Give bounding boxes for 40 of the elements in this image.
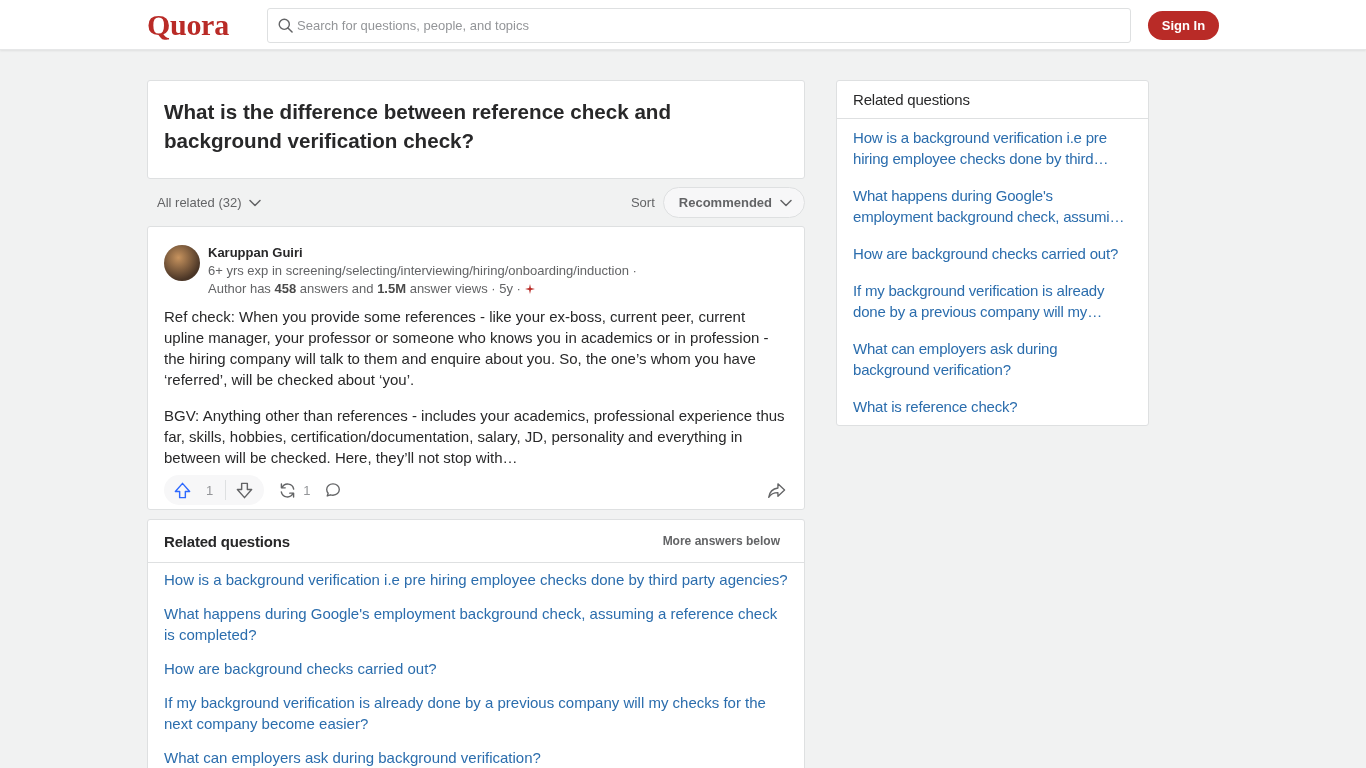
search-field[interactable]: Search for questions, people, and topics bbox=[267, 7, 1131, 43]
sparkle-icon bbox=[524, 284, 535, 294]
share-arrow-icon bbox=[767, 480, 786, 500]
downvote-button[interactable] bbox=[235, 480, 255, 500]
sort-label: Sort bbox=[630, 195, 655, 210]
related-questions-heading: Related questions bbox=[164, 532, 290, 550]
answer-paragraph: Ref check: When you provide some references - like your ex-boss, current peer, current upline manager, your professor or someone who knows you in academics or in profession - the hiring company will talk to them and enquire about you. So, the one’s whom you have ‘referred’, will be checked about ‘you’. bbox=[164, 307, 770, 390]
chevron-down-icon bbox=[780, 198, 792, 207]
all-related-dropdown[interactable]: All related (32) bbox=[147, 187, 261, 218]
more-answers-label: More answers below bbox=[662, 534, 780, 548]
related-question-link[interactable]: If my background verification is already done by a previous company will my… bbox=[853, 272, 1132, 330]
comment-button[interactable] bbox=[324, 481, 343, 499]
related-questions-heading: Related questions bbox=[853, 91, 970, 108]
related-question-link[interactable]: What can employers ask during background verification? bbox=[164, 747, 541, 768]
answer-paragraph: BGV: Anything other than references - includes your academics, professional experience thus far, skills, hobbies, certification/documentation, salary, JD, personality and everything in between will be checked. Here, they’ll not stop with… bbox=[164, 406, 786, 468]
related-question-link[interactable]: What happens during Google's employment background check, assumi… bbox=[853, 177, 1132, 235]
related-question-link[interactable]: How are background checks carried out? bbox=[853, 235, 1119, 272]
related-question-link[interactable]: What can employers ask during background verification? bbox=[853, 330, 1132, 388]
avatar-photo[interactable] bbox=[164, 245, 200, 281]
chevron-down-icon bbox=[248, 198, 261, 207]
sign-in-button[interactable]: Sign In bbox=[1148, 10, 1219, 40]
quora-logo[interactable]: Quora bbox=[147, 9, 229, 40]
comment-icon bbox=[324, 481, 343, 499]
arrow-up-icon bbox=[173, 480, 192, 500]
related-question-link[interactable]: If my background verification is already done by a previous company will my checks for the next company become easier? bbox=[164, 692, 788, 734]
author-stats: Author has 458 answers and 1.5M answer views · bbox=[208, 280, 496, 298]
answer-date[interactable]: 5y · bbox=[499, 281, 521, 296]
arrow-down-icon bbox=[235, 480, 255, 500]
related-question-link[interactable]: How are background checks carried out? bbox=[164, 658, 437, 679]
author-credential: 6+ yrs exp in screening/selecting/interviewing/hiring/onboarding/induction · bbox=[208, 262, 637, 280]
related-question-link[interactable]: What is reference check? bbox=[853, 388, 1018, 425]
share-button[interactable] bbox=[767, 480, 786, 500]
author-name[interactable]: Karuppan Guiri bbox=[208, 244, 303, 262]
sort-dropdown[interactable]: Recommended bbox=[662, 187, 805, 218]
search-icon bbox=[278, 17, 293, 33]
related-question-link[interactable]: How is a background verification i.e pre hiring employee checks done by third party agencies? bbox=[164, 569, 788, 590]
question-title: What is the difference between reference check and background verification check? bbox=[164, 99, 672, 154]
related-question-link[interactable]: What happens during Google's employment background check, assuming a reference check is completed? bbox=[164, 603, 788, 645]
reshare-button[interactable]: 1 bbox=[278, 480, 311, 500]
related-question-link[interactable]: How is a background verification i.e pre hiring employee checks done by third… bbox=[853, 119, 1132, 177]
